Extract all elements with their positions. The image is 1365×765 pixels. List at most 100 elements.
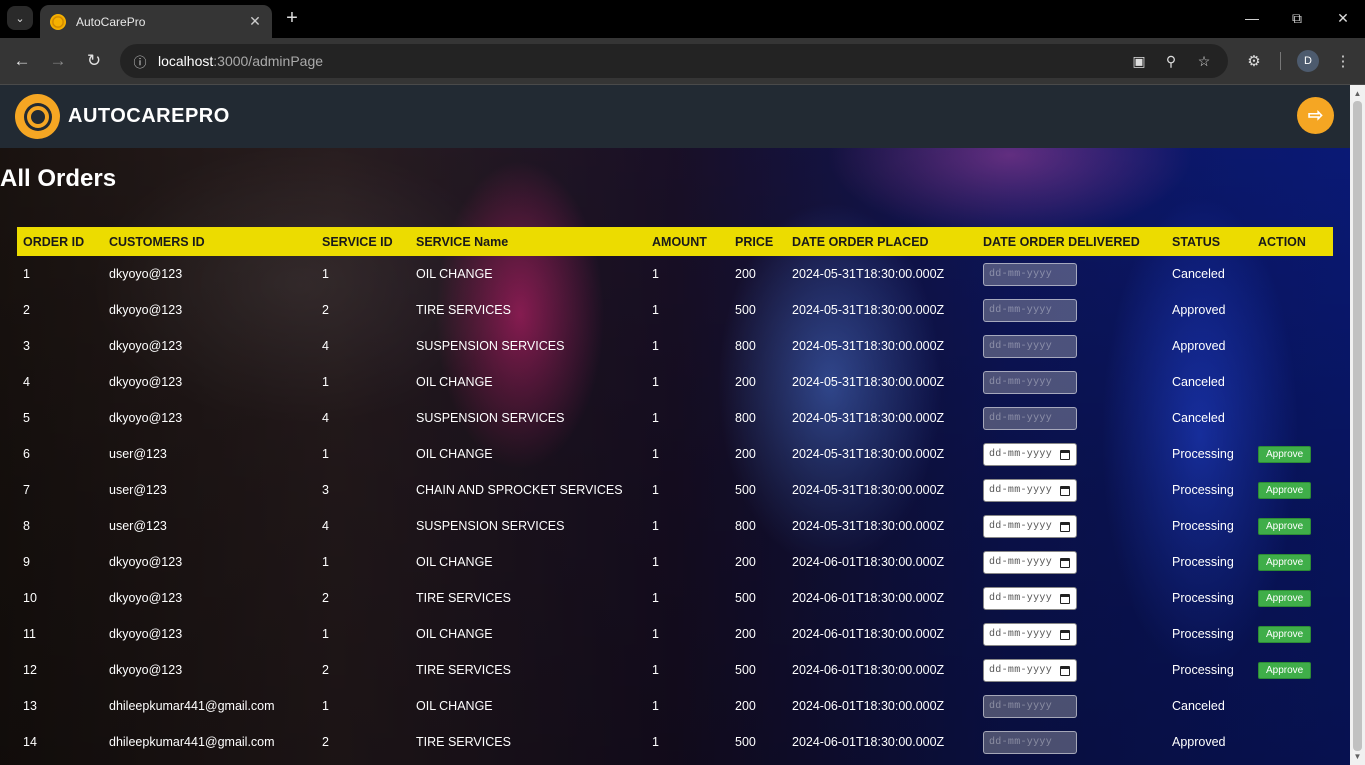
- new-tab-icon[interactable]: +: [280, 6, 304, 30]
- cell-amount: 1: [652, 627, 659, 641]
- zoom-icon[interactable]: ⚲: [1160, 51, 1182, 71]
- page-scrollbar[interactable]: ▲ ▼: [1350, 85, 1365, 765]
- cell-order-id: 3: [23, 339, 30, 353]
- cell-order-id: 11: [23, 627, 36, 641]
- cell-customer-id: user@123: [109, 519, 167, 533]
- approve-button[interactable]: Approve: [1258, 553, 1312, 571]
- cell-price: 800: [735, 411, 756, 425]
- cell-date-placed: 2024-06-01T18:30:00.000Z: [792, 627, 945, 641]
- cell-date-delivered: dd-mm-yyyy: [977, 652, 1166, 688]
- cell-action: Approve: [1252, 508, 1333, 544]
- tab-search-chevron-icon[interactable]: ⌄: [7, 6, 33, 30]
- cell-action: Approve: [1252, 616, 1333, 652]
- calendar-icon[interactable]: [1060, 593, 1070, 604]
- date-placeholder: dd-mm-yyyy: [989, 628, 1053, 640]
- browser-tab[interactable]: AutoCarePro ✕: [40, 5, 272, 38]
- cell-service-name: OIL CHANGE: [416, 447, 493, 461]
- approve-button[interactable]: Approve: [1258, 661, 1312, 679]
- calendar-icon[interactable]: [1060, 521, 1070, 532]
- extensions-icon[interactable]: ⚙: [1242, 49, 1266, 73]
- date-placeholder: dd-mm-yyyy: [989, 700, 1053, 712]
- table-row: 8 user@123 4 SUSPENSION SERVICES 1 800 2024-05…: [17, 508, 1333, 544]
- browser-menu-icon[interactable]: ⋮: [1331, 49, 1355, 73]
- scroll-up-icon[interactable]: ▲: [1353, 88, 1362, 98]
- cell-status: Approved: [1172, 303, 1226, 317]
- cell-amount: 1: [652, 303, 659, 317]
- calendar-icon[interactable]: [1060, 485, 1070, 496]
- scroll-down-icon[interactable]: ▼: [1353, 751, 1362, 761]
- orders-table-body: 1 dkyoyo@123 1 OIL CHANGE 1 200 2024-05-31T18:…: [17, 256, 1333, 760]
- table-row: 12 dkyoyo@123 2 TIRE SERVICES 1 500 2024-06-01…: [17, 652, 1333, 688]
- back-icon[interactable]: ←: [8, 47, 36, 75]
- date-placeholder: dd-mm-yyyy: [989, 412, 1053, 424]
- cell-price: 800: [735, 339, 756, 353]
- cell-price: 200: [735, 447, 756, 461]
- cell-date-placed: 2024-05-31T18:30:00.000Z: [792, 339, 945, 353]
- cell-status: Processing: [1172, 663, 1234, 677]
- minimize-icon[interactable]: —: [1237, 5, 1267, 31]
- cell-customer-id: dkyoyo@123: [109, 339, 183, 353]
- tab-title: AutoCarePro: [76, 14, 146, 29]
- cell-status: Canceled: [1172, 375, 1225, 389]
- cell-customer-id: dhileepkumar441@gmail.com: [109, 735, 275, 749]
- cell-status: Processing: [1172, 591, 1234, 605]
- favicon-icon: [50, 13, 66, 30]
- cell-action: [1252, 400, 1333, 436]
- delivered-date-input[interactable]: dd-mm-yyyy: [983, 658, 1077, 682]
- orders-table: ORDER ID CUSTOMERS ID SERVICE ID SERVICE Na…: [17, 227, 1333, 760]
- table-header-row: ORDER ID CUSTOMERS ID SERVICE ID SERVICE Na…: [17, 227, 1333, 256]
- delivered-date-input[interactable]: dd-mm-yyyy: [983, 478, 1077, 502]
- calendar-icon[interactable]: [1060, 449, 1070, 460]
- cell-service-name: TIRE SERVICES: [416, 303, 511, 317]
- delivered-date-input[interactable]: dd-mm-yyyy: [983, 622, 1077, 646]
- tab-close-icon[interactable]: ✕: [244, 11, 266, 33]
- window-close-icon[interactable]: ✕: [1328, 5, 1358, 31]
- delivered-date-input[interactable]: dd-mm-yyyy: [983, 550, 1077, 574]
- approve-button[interactable]: Approve: [1258, 481, 1312, 499]
- profile-avatar[interactable]: D: [1297, 50, 1319, 72]
- cell-amount: 1: [652, 519, 659, 533]
- calendar-icon[interactable]: [1060, 557, 1070, 568]
- delivered-date-input[interactable]: dd-mm-yyyy: [983, 442, 1077, 466]
- cell-date-placed: 2024-05-31T18:30:00.000Z: [792, 483, 945, 497]
- cell-date-placed: 2024-05-31T18:30:00.000Z: [792, 303, 945, 317]
- forward-icon[interactable]: →: [44, 47, 72, 75]
- delivered-date-input: dd-mm-yyyy: [983, 406, 1077, 430]
- cell-price: 200: [735, 699, 756, 713]
- site-info-icon[interactable]: ⓘ: [130, 51, 150, 71]
- calendar-icon[interactable]: [1060, 629, 1070, 640]
- approve-button[interactable]: Approve: [1258, 589, 1312, 607]
- bookmark-star-icon[interactable]: ☆: [1193, 51, 1215, 71]
- cell-action: Approve: [1252, 652, 1333, 688]
- approve-button[interactable]: Approve: [1258, 445, 1312, 463]
- approve-button[interactable]: Approve: [1258, 625, 1312, 643]
- cell-status: Processing: [1172, 627, 1234, 641]
- logo-gear-icon: [15, 94, 60, 139]
- cell-date-delivered: dd-mm-yyyy: [977, 544, 1166, 580]
- cell-amount: 1: [652, 375, 659, 389]
- cell-price: 500: [735, 663, 756, 677]
- install-app-icon[interactable]: ▣: [1128, 51, 1150, 71]
- cell-status: Processing: [1172, 519, 1234, 533]
- logout-button[interactable]: ⇨: [1297, 97, 1334, 134]
- cell-date-placed: 2024-06-01T18:30:00.000Z: [792, 591, 945, 605]
- address-bar[interactable]: ⓘ localhost:3000/adminPage ▣ ⚲ ☆: [120, 44, 1228, 78]
- cell-action: [1252, 328, 1333, 364]
- table-row: 9 dkyoyo@123 1 OIL CHANGE 1 200 2024-06-01T18:…: [17, 544, 1333, 580]
- scroll-thumb[interactable]: [1353, 101, 1362, 751]
- cell-date-delivered: dd-mm-yyyy: [977, 580, 1166, 616]
- delivered-date-input[interactable]: dd-mm-yyyy: [983, 514, 1077, 538]
- cell-date-placed: 2024-05-31T18:30:00.000Z: [792, 267, 945, 281]
- cell-service-id: 2: [322, 663, 329, 677]
- table-row: 6 user@123 1 OIL CHANGE 1 200 2024-05-31T18:30…: [17, 436, 1333, 472]
- restore-icon[interactable]: ⧉: [1282, 5, 1312, 31]
- reload-icon[interactable]: ↻: [80, 47, 108, 75]
- cell-customer-id: dkyoyo@123: [109, 663, 183, 677]
- table-row: 10 dkyoyo@123 2 TIRE SERVICES 1 500 2024-06-01…: [17, 580, 1333, 616]
- delivered-date-input[interactable]: dd-mm-yyyy: [983, 586, 1077, 610]
- date-placeholder: dd-mm-yyyy: [989, 556, 1053, 568]
- calendar-icon[interactable]: [1060, 665, 1070, 676]
- cell-customer-id: dkyoyo@123: [109, 303, 183, 317]
- cell-service-name: SUSPENSION SERVICES: [416, 339, 565, 353]
- approve-button[interactable]: Approve: [1258, 517, 1312, 535]
